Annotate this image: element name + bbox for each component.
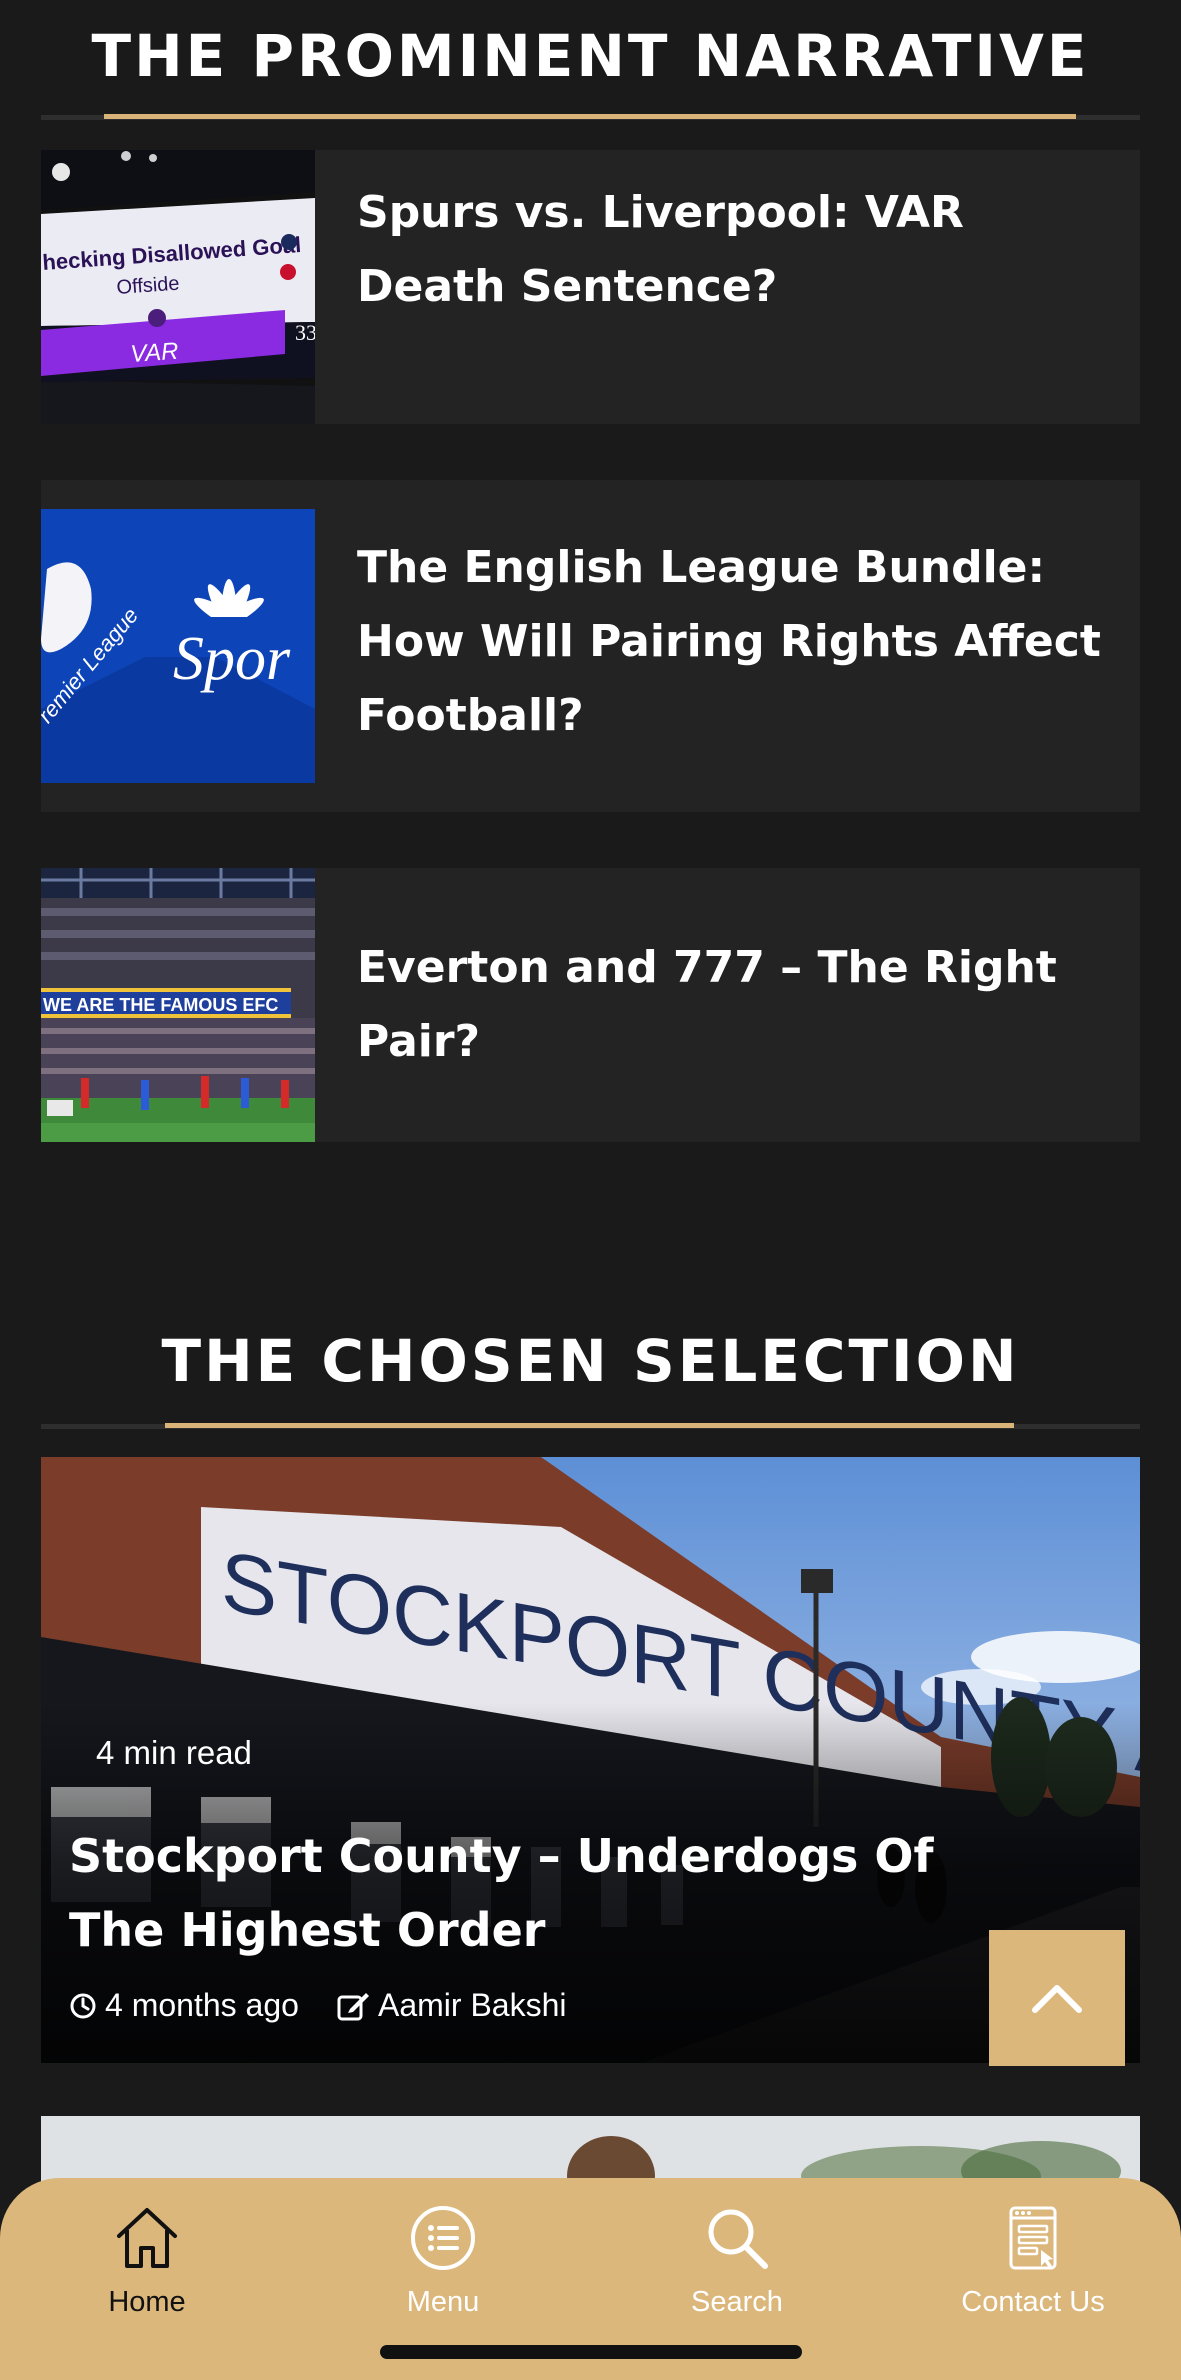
thumb-text-offside: Offside	[116, 273, 180, 299]
article-card-everton-777[interactable]: WE ARE THE FAMOUS EFC Everton and 777 – …	[41, 868, 1140, 1142]
section-title-prominent-narrative: THE PROMINENT NARRATIVE	[91, 22, 1090, 90]
clock-icon	[70, 1993, 96, 2018]
contact-form-icon	[1009, 2206, 1057, 2270]
nav-item-home[interactable]: Home	[27, 2202, 267, 2319]
featured-article-title[interactable]: Stockport County – Underdogs Of The High…	[69, 1819, 1029, 1967]
post-author[interactable]: Aamir Bakshi	[336, 1987, 567, 2024]
section-divider-accent	[104, 114, 1076, 119]
nav-label-search: Search	[691, 2286, 783, 2318]
nav-label-home: Home	[108, 2286, 186, 2318]
section-title-chosen-selection: THE CHOSEN SELECTION	[161, 1327, 1020, 1395]
article-thumbnail-premier-league[interactable]: remier League Spor	[41, 509, 315, 783]
menu-list-icon	[411, 2206, 475, 2270]
scroll-to-top-button[interactable]	[989, 1930, 1125, 2066]
section-divider-accent	[165, 1423, 1014, 1428]
article-thumbnail-everton-stadium[interactable]: WE ARE THE FAMOUS EFC	[41, 868, 315, 1142]
nav-item-search[interactable]: Search	[617, 2202, 857, 2319]
article-title[interactable]: The English League Bundle: How Will Pair…	[357, 531, 1117, 753]
nav-item-menu[interactable]: Menu	[323, 2202, 563, 2319]
nav-label-menu: Menu	[406, 2286, 480, 2318]
article-card-spurs-liverpool[interactable]: hecking Disallowed Goal Offside VAR 33 S…	[41, 150, 1140, 424]
edit-icon	[337, 1992, 369, 2020]
thumb-text-sport: Spor	[173, 625, 291, 693]
nav-label-contact-us: Contact Us	[961, 2286, 1105, 2318]
read-time-label: 4 min read	[96, 1734, 252, 1771]
post-date: 4 months ago	[69, 1987, 299, 2024]
home-indicator[interactable]	[380, 2345, 802, 2359]
thumb-text-var: VAR	[130, 338, 180, 368]
home-icon	[117, 2208, 177, 2268]
article-thumbnail-var-screen[interactable]: hecking Disallowed Goal Offside VAR 33	[41, 150, 315, 424]
chevron-up-icon	[1032, 1985, 1082, 2013]
nav-item-contact-us[interactable]: Contact Us	[913, 2202, 1153, 2319]
article-card-english-league-bundle[interactable]: remier League Spor The English League Bu…	[41, 480, 1140, 812]
article-title[interactable]: Everton and 777 – The Right Pair?	[357, 931, 1117, 1079]
post-date-text: 4 months ago	[105, 1987, 299, 2023]
thumb-text-number: 33	[295, 320, 315, 345]
thumb-text-banner: WE ARE THE FAMOUS EFC	[43, 995, 278, 1015]
featured-article-card[interactable]: STOCKPORT COUNTY A.F.C 4 min read Stock	[41, 1457, 1140, 2063]
search-icon	[708, 2209, 768, 2269]
post-author-name[interactable]: Aamir Bakshi	[378, 1987, 567, 2024]
article-title[interactable]: Spurs vs. Liverpool: VAR Death Sentence?	[357, 176, 1117, 324]
